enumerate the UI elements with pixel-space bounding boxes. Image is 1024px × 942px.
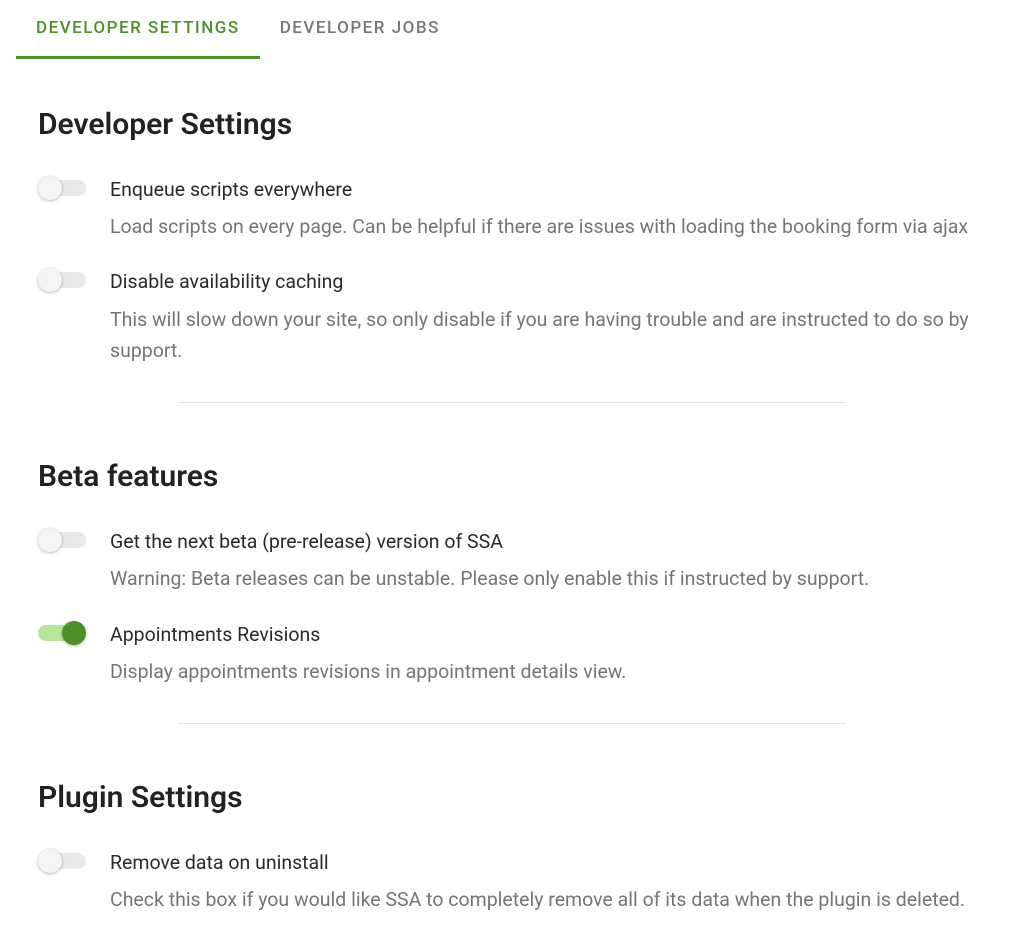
tab-developer-jobs[interactable]: Developer Jobs [260, 0, 460, 59]
toggle-thumb [38, 268, 62, 292]
setting-description: Display appointments revisions in appoin… [110, 656, 986, 687]
toggle-enqueue-scripts[interactable] [38, 176, 86, 200]
setting-title: Disable availability caching [110, 268, 986, 295]
setting-text: Appointments Revisions Display appointme… [110, 621, 986, 687]
toggle-thumb [38, 176, 62, 200]
toggle-thumb [62, 621, 86, 645]
setting-row: Appointments Revisions Display appointme… [38, 621, 986, 687]
setting-title: Get the next beta (pre-release) version … [110, 528, 986, 555]
section-divider [178, 402, 846, 403]
setting-text: Remove data on uninstall Check this box … [110, 849, 986, 915]
setting-description: Warning: Beta releases can be unstable. … [110, 563, 986, 594]
setting-text: Disable availability caching This will s… [110, 268, 986, 366]
setting-title: Remove data on uninstall [110, 849, 986, 876]
section-heading-beta-features: Beta features [38, 459, 986, 494]
toggle-thumb [38, 849, 62, 873]
toggle-remove-data-uninstall[interactable] [38, 849, 86, 873]
setting-text: Get the next beta (pre-release) version … [110, 528, 986, 594]
setting-text: Enqueue scripts everywhere Load scripts … [110, 176, 986, 242]
content-area: Developer Settings Enqueue scripts every… [0, 59, 1024, 916]
setting-title: Enqueue scripts everywhere [110, 176, 986, 203]
toggle-beta-version[interactable] [38, 528, 86, 552]
setting-title: Appointments Revisions [110, 621, 986, 648]
setting-description: Load scripts on every page. Can be helpf… [110, 211, 986, 242]
section-heading-plugin-settings: Plugin Settings [38, 780, 986, 815]
section-divider [178, 723, 846, 724]
setting-description: Check this box if you would like SSA to … [110, 884, 986, 915]
setting-row: Remove data on uninstall Check this box … [38, 849, 986, 915]
setting-description: This will slow down your site, so only d… [110, 304, 986, 366]
setting-row: Disable availability caching This will s… [38, 268, 986, 366]
tabs-bar: Developer Settings Developer Jobs [0, 0, 1024, 59]
toggle-thumb [38, 528, 62, 552]
section-heading-developer-settings: Developer Settings [38, 107, 986, 142]
setting-row: Enqueue scripts everywhere Load scripts … [38, 176, 986, 242]
setting-row: Get the next beta (pre-release) version … [38, 528, 986, 594]
toggle-appointments-revisions[interactable] [38, 621, 86, 645]
tab-developer-settings[interactable]: Developer Settings [16, 0, 260, 59]
toggle-disable-availability-caching[interactable] [38, 268, 86, 292]
